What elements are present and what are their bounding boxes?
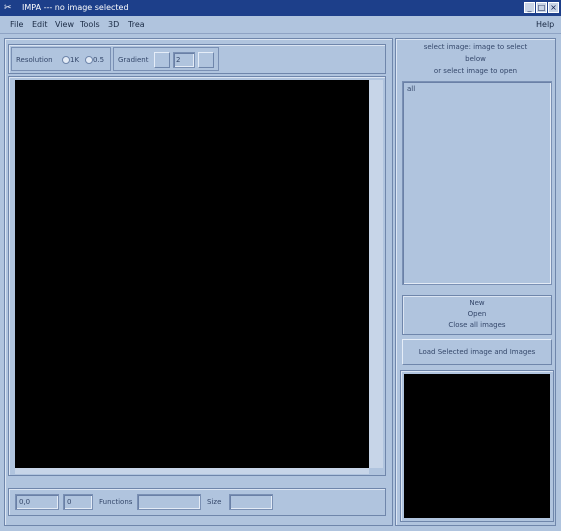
image-canvas[interactable]	[15, 80, 369, 468]
preview-frame	[400, 370, 554, 522]
gradient-label: Gradient	[118, 56, 149, 64]
maximize-button[interactable]: □	[536, 2, 547, 13]
functions-label: Functions	[99, 498, 133, 506]
size-field	[229, 494, 273, 510]
minimize-button[interactable]: _	[524, 2, 535, 13]
resolution-radio-half[interactable]	[85, 55, 93, 64]
info-line-2: below	[465, 55, 486, 63]
menu-bar: File Edit View Tools 3D Trea Help	[0, 16, 561, 34]
gradient-group: Gradient 2	[113, 47, 219, 71]
close-button[interactable]: ×	[548, 2, 559, 13]
menu-view[interactable]: View	[55, 20, 74, 29]
toolbar-panel: Resolution 1K 0.5 Gradient 2	[8, 44, 386, 74]
image-list[interactable]: all	[402, 81, 552, 285]
menu-file[interactable]: File	[10, 20, 23, 29]
canvas-frame	[8, 76, 386, 476]
window-title: IMPA --- no image selected	[22, 3, 129, 12]
close-all-button[interactable]: Close all images	[403, 321, 551, 329]
radio-1k-label: 1K	[70, 56, 80, 64]
coords-field: 0,0	[15, 494, 59, 510]
functions-field	[137, 494, 201, 510]
resolution-radio-1k[interactable]	[62, 55, 70, 64]
horizontal-scrollbar[interactable]	[15, 468, 369, 474]
menu-3d[interactable]: 3D	[108, 20, 119, 29]
right-panel: select image: image to select below or s…	[395, 38, 556, 526]
vertical-scrollbar[interactable]	[369, 80, 383, 468]
status-panel: 0,0 0 Functions Size	[8, 488, 386, 516]
size-label: Size	[207, 498, 222, 506]
new-button[interactable]: New	[403, 299, 551, 307]
menu-edit[interactable]: Edit	[32, 20, 48, 29]
gradient-decrement-button[interactable]	[154, 52, 170, 68]
list-item[interactable]: all	[407, 85, 415, 93]
title-bar: ✂ IMPA --- no image selected _ □ ×	[0, 0, 561, 16]
info-line-3: or select image to open	[433, 67, 518, 75]
preview-canvas	[404, 374, 550, 518]
resolution-label: Resolution	[16, 56, 53, 64]
app-logo-icon: ✂	[4, 3, 12, 13]
gradient-increment-button[interactable]	[198, 52, 214, 68]
menu-help[interactable]: Help	[536, 20, 554, 29]
resolution-group: Resolution 1K 0.5	[11, 47, 111, 71]
file-actions-group: New Open Close all images	[402, 295, 552, 335]
gradient-input[interactable]: 2	[173, 52, 195, 68]
menu-trea[interactable]: Trea	[128, 20, 145, 29]
menu-tools[interactable]: Tools	[80, 20, 100, 29]
radio-half-label: 0.5	[93, 56, 105, 64]
info-line-1: select image: image to select	[423, 43, 528, 51]
open-button[interactable]: Open	[403, 310, 551, 318]
load-images-button[interactable]: Load Selected image and Images	[402, 339, 552, 365]
value-field: 0	[63, 494, 93, 510]
